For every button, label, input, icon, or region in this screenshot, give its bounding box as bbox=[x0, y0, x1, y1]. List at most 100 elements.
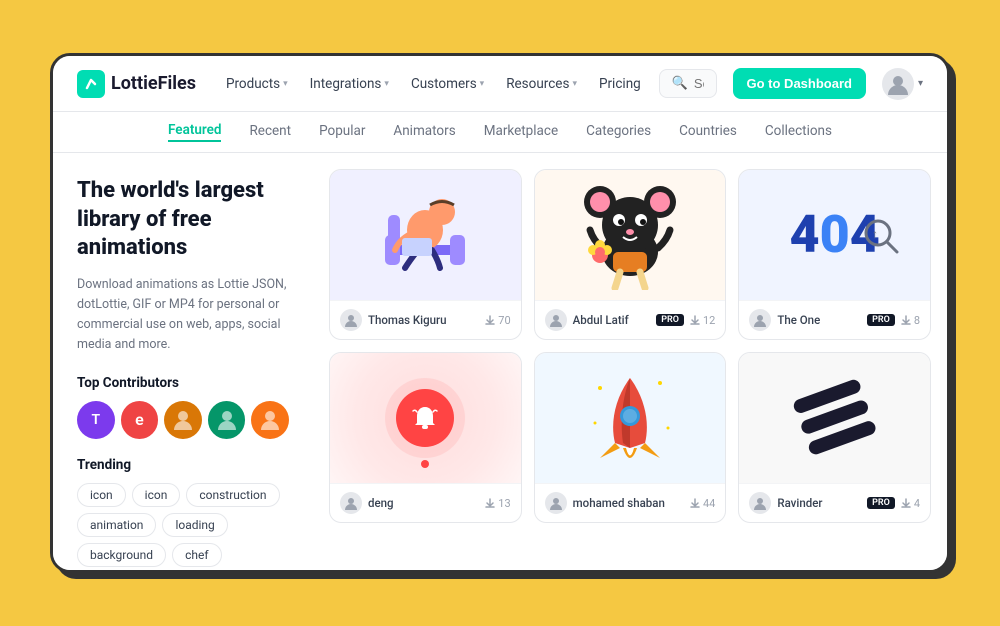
card-footer: Ravinder PRO 4 bbox=[739, 483, 930, 522]
chevron-down-icon: ▾ bbox=[572, 79, 577, 89]
card-footer: Abdul Latif PRO 12 bbox=[535, 300, 726, 339]
chevron-down-icon: ▾ bbox=[480, 79, 485, 89]
person-chair-illustration bbox=[360, 180, 490, 290]
animation-preview bbox=[330, 170, 521, 300]
username: Abdul Latif bbox=[573, 313, 651, 327]
logo-icon bbox=[77, 70, 105, 98]
user-avatar bbox=[882, 68, 914, 100]
download-count: 8 bbox=[901, 314, 920, 327]
animation-preview bbox=[535, 170, 726, 300]
tag-animation[interactable]: animation bbox=[77, 513, 156, 537]
pro-badge: PRO bbox=[867, 497, 895, 509]
contributor-avatar[interactable] bbox=[208, 401, 246, 439]
subnav-collections[interactable]: Collections bbox=[765, 123, 832, 141]
animation-grid: Thomas Kiguru 70 bbox=[313, 153, 947, 570]
subnav-categories[interactable]: Categories bbox=[586, 123, 651, 141]
sidebar: The world's largest library of free anim… bbox=[53, 153, 313, 570]
animation-card[interactable]: mohamed shaban 44 bbox=[534, 352, 727, 523]
hero-description: Download animations as Lottie JSON, dotL… bbox=[77, 275, 289, 355]
user-avatar bbox=[545, 492, 567, 514]
download-icon bbox=[901, 498, 911, 508]
username: Ravinder bbox=[777, 496, 861, 510]
contributors-avatars: T e bbox=[77, 401, 289, 439]
card-footer: The One PRO 8 bbox=[739, 300, 930, 339]
magnifier-icon: ↑ bbox=[862, 217, 900, 255]
chevron-down-icon: ▾ bbox=[384, 79, 389, 89]
logo[interactable]: LottieFiles bbox=[77, 70, 196, 98]
tag-construction[interactable]: construction bbox=[186, 483, 279, 507]
nav-pricing[interactable]: Pricing bbox=[589, 70, 651, 98]
tag-background[interactable]: background bbox=[77, 543, 166, 567]
chevron-down-icon: ▾ bbox=[283, 79, 288, 89]
user-avatar-menu[interactable]: ▾ bbox=[882, 68, 923, 100]
card-footer: deng 13 bbox=[330, 483, 521, 522]
animation-card[interactable]: Abdul Latif PRO 12 bbox=[534, 169, 727, 340]
subnav-marketplace[interactable]: Marketplace bbox=[484, 123, 558, 141]
hero-title: The world's largest library of free anim… bbox=[77, 177, 289, 263]
nav-links: Products ▾ Integrations ▾ Customers ▾ Re… bbox=[216, 70, 651, 98]
nav-integrations[interactable]: Integrations ▾ bbox=[300, 70, 399, 98]
user-avatar bbox=[749, 309, 771, 331]
brand-name: LottieFiles bbox=[111, 73, 196, 94]
animation-card[interactable]: deng 13 bbox=[329, 352, 522, 523]
user-avatar bbox=[340, 492, 362, 514]
tag-icon1[interactable]: icon bbox=[77, 483, 126, 507]
nav-resources[interactable]: Resources ▾ bbox=[496, 70, 587, 98]
username: Thomas Kiguru bbox=[368, 313, 479, 327]
pro-badge: PRO bbox=[867, 314, 895, 326]
card-footer: mohamed shaban 44 bbox=[535, 483, 726, 522]
download-icon bbox=[485, 498, 495, 508]
screen-wrapper: LottieFiles Products ▾ Integrations ▾ Cu… bbox=[50, 53, 950, 573]
tag-icon2[interactable]: icon bbox=[132, 483, 181, 507]
username: deng bbox=[368, 496, 479, 510]
download-count: 44 bbox=[690, 497, 715, 510]
subnav: Featured Recent Popular Animators Market… bbox=[53, 112, 947, 153]
animation-card[interactable]: Ravinder PRO 4 bbox=[738, 352, 931, 523]
download-count: 4 bbox=[901, 497, 920, 510]
download-icon bbox=[901, 315, 911, 325]
tag-chef[interactable]: chef bbox=[172, 543, 221, 567]
main-content: The world's largest library of free anim… bbox=[53, 153, 947, 570]
search-input[interactable] bbox=[694, 76, 704, 91]
alarm-illustration bbox=[385, 378, 465, 458]
download-count: 13 bbox=[485, 497, 510, 510]
search-bar[interactable]: 🔍 bbox=[659, 69, 717, 98]
animation-card[interactable]: Thomas Kiguru 70 bbox=[329, 169, 522, 340]
diagonal-lines-illustration bbox=[785, 368, 885, 468]
404-text: 404 ↑ bbox=[789, 209, 879, 261]
username: The One bbox=[777, 313, 861, 327]
tag-loading[interactable]: loading bbox=[162, 513, 227, 537]
animation-preview bbox=[330, 353, 521, 483]
nav-products[interactable]: Products ▾ bbox=[216, 70, 298, 98]
bell-icon bbox=[410, 403, 440, 433]
dashboard-button[interactable]: Go to Dashboard bbox=[733, 68, 866, 99]
download-icon bbox=[485, 315, 495, 325]
card-footer: Thomas Kiguru 70 bbox=[330, 300, 521, 339]
nav-customers[interactable]: Customers ▾ bbox=[401, 70, 494, 98]
search-icon: 🔍 bbox=[672, 76, 688, 91]
svg-text:↑: ↑ bbox=[872, 227, 878, 241]
contributor-avatar[interactable]: T bbox=[77, 401, 115, 439]
contributor-avatar[interactable] bbox=[251, 401, 289, 439]
download-icon bbox=[690, 315, 700, 325]
animation-card[interactable]: 404 ↑ The One PRO bbox=[738, 169, 931, 340]
subnav-animators[interactable]: Animators bbox=[393, 123, 455, 141]
animation-preview: 404 ↑ bbox=[739, 170, 930, 300]
subnav-popular[interactable]: Popular bbox=[319, 123, 365, 141]
user-avatar bbox=[340, 309, 362, 331]
user-avatar bbox=[545, 309, 567, 331]
contributor-avatar[interactable]: e bbox=[121, 401, 159, 439]
user-avatar bbox=[749, 492, 771, 514]
rocket-illustration bbox=[580, 368, 680, 468]
download-count: 70 bbox=[485, 314, 510, 327]
subnav-recent[interactable]: Recent bbox=[249, 123, 291, 141]
contributor-avatar[interactable] bbox=[164, 401, 202, 439]
pro-badge: PRO bbox=[656, 314, 684, 326]
trending-heading: Trending bbox=[77, 457, 289, 473]
subnav-countries[interactable]: Countries bbox=[679, 123, 737, 141]
navbar: LottieFiles Products ▾ Integrations ▾ Cu… bbox=[53, 56, 947, 112]
chevron-down-icon: ▾ bbox=[918, 78, 923, 89]
subnav-featured[interactable]: Featured bbox=[168, 122, 221, 142]
download-icon bbox=[690, 498, 700, 508]
animation-preview bbox=[739, 353, 930, 483]
